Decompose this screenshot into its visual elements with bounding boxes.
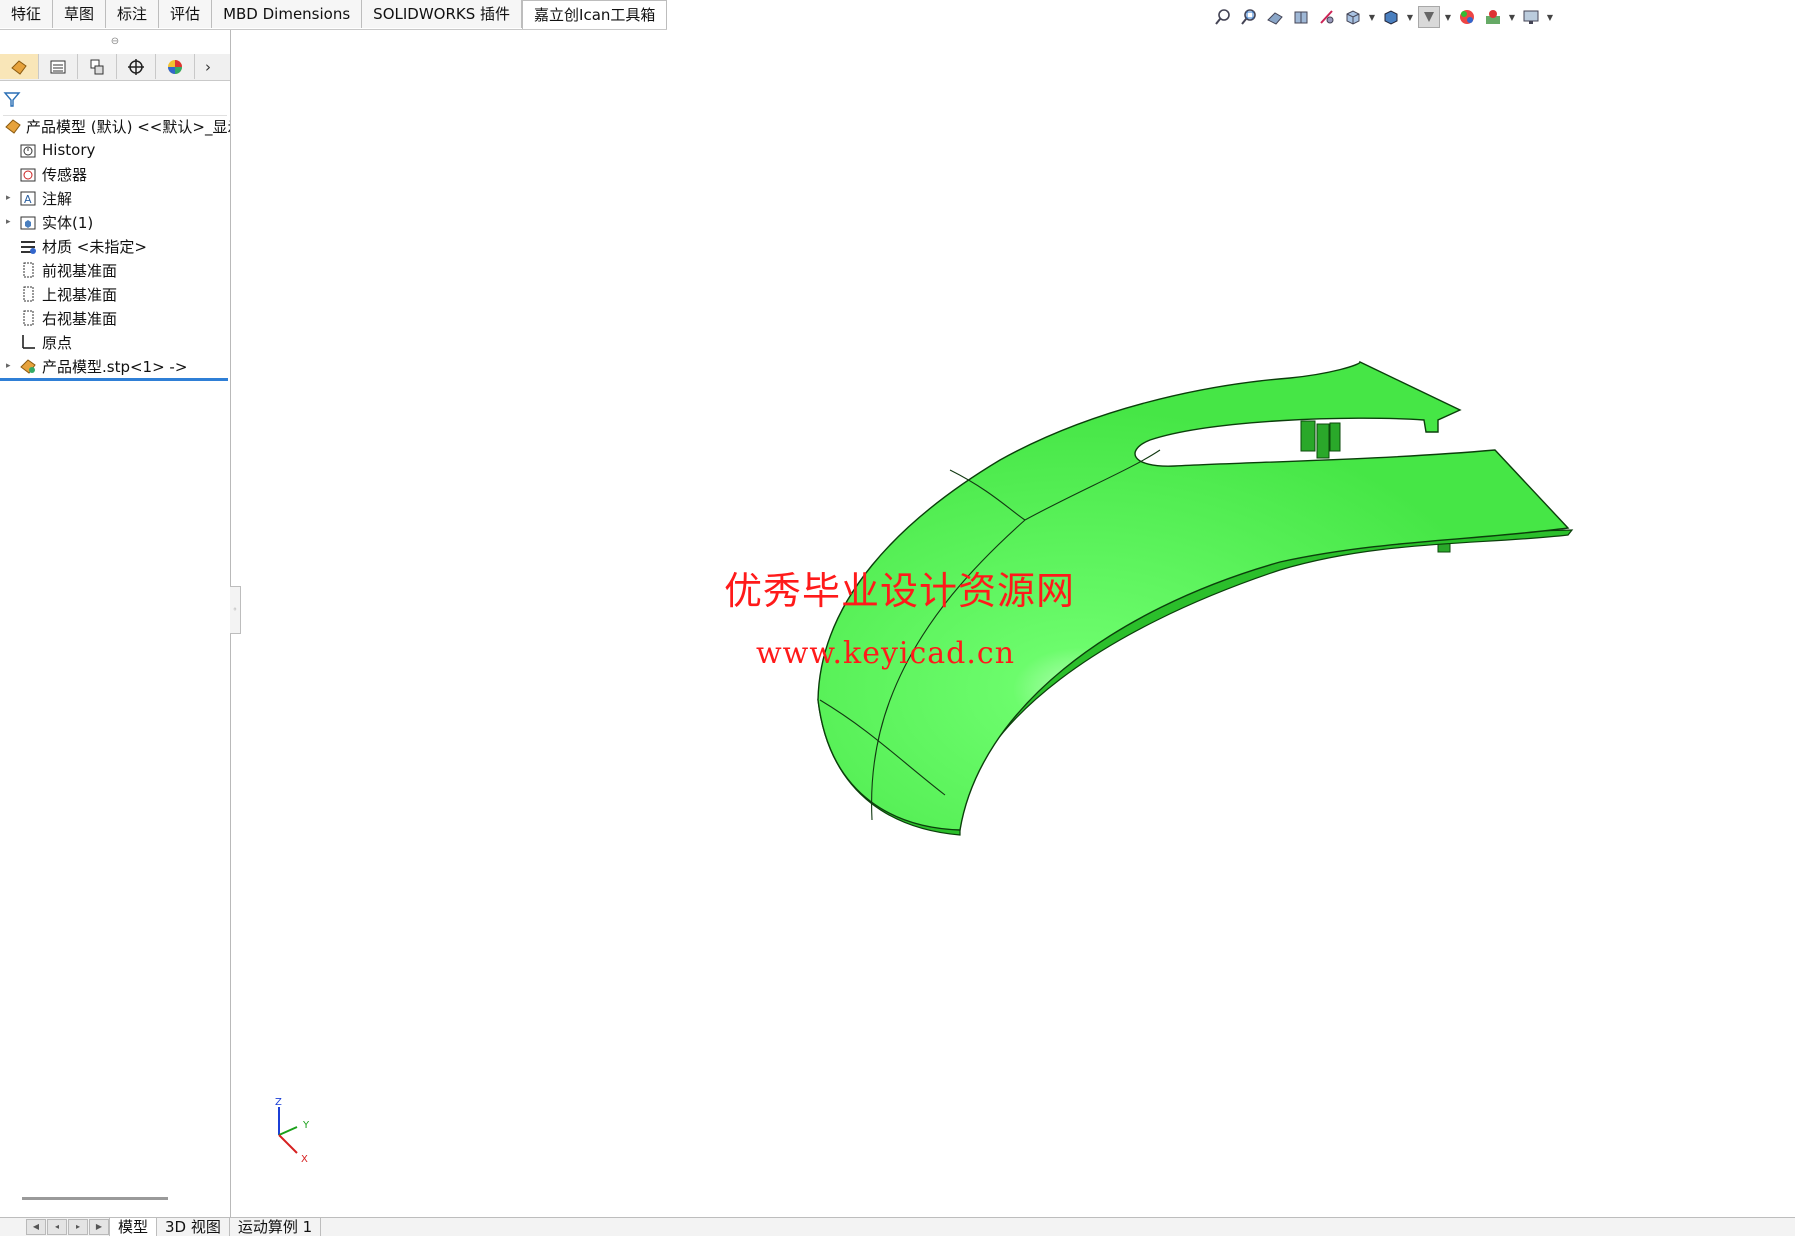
feature-manager-pane: ⊖ › 产品模型 (默认) <<默认>_显示 History 传感器 ▸ A 注… [0, 30, 231, 1218]
feature-manager-icon [11, 59, 27, 75]
horizontal-scrollbar[interactable] [22, 1197, 168, 1200]
tab-evaluate[interactable]: 评估 [159, 0, 213, 28]
previous-view-icon[interactable] [1264, 6, 1286, 28]
tree-item-right-plane[interactable]: 右视基准面 [0, 306, 230, 330]
y-axis-line [278, 1126, 298, 1136]
tab-motion-study[interactable]: 运动算例 1 [229, 1218, 322, 1236]
tree-item-material[interactable]: 材质 <未指定> [0, 234, 230, 258]
tab-3d-views[interactable]: 3D 视图 [157, 1218, 230, 1236]
display-manager-tab[interactable] [156, 54, 195, 79]
expand-arrow-icon: ▸ [6, 361, 11, 371]
part-icon [4, 116, 22, 136]
tree-item-sensors[interactable]: 传感器 [0, 162, 230, 186]
tree-item-label: History [42, 141, 96, 159]
tree-item-label: 产品模型.stp<1> -> [42, 357, 188, 376]
feature-manager-tab[interactable] [0, 54, 39, 79]
tree-item-top-plane[interactable]: 上视基准面 [0, 282, 230, 306]
tab-mbd-dimensions[interactable]: MBD Dimensions [212, 0, 363, 28]
svg-text:A: A [24, 193, 32, 206]
apply-scene-icon[interactable] [1482, 6, 1504, 28]
solid-bodies-icon [18, 212, 38, 232]
command-manager-tabs: 特征 草图 标注 评估 MBD Dimensions SOLIDWORKS 插件… [0, 0, 668, 30]
triad-x-label: X [301, 1154, 308, 1165]
prev-tab-arrow-icon[interactable]: ◂ [47, 1219, 67, 1235]
tab-scroll-arrows: ◀ ◂ ▸ ▶ [26, 1219, 109, 1235]
pane-grip[interactable]: ⊖ [0, 30, 230, 54]
orientation-triad[interactable]: Z Y X [265, 1095, 325, 1169]
tree-item-label: 注解 [42, 189, 73, 208]
more-tabs-button[interactable]: › [195, 54, 221, 79]
tab-features[interactable]: 特征 [0, 0, 54, 28]
dynamic-annotation-icon[interactable] [1316, 6, 1338, 28]
tree-item-label: 材质 <未指定> [42, 237, 147, 256]
last-tab-arrow-icon[interactable]: ▶ [89, 1219, 109, 1235]
tree-item-imported-feature[interactable]: ▸ 产品模型.stp<1> -> [0, 354, 228, 381]
plane-icon [18, 284, 38, 304]
triad-y-label: Y [302, 1120, 310, 1131]
property-manager-tab[interactable] [39, 54, 78, 79]
next-tab-arrow-icon[interactable]: ▸ [68, 1219, 88, 1235]
sensors-icon [18, 164, 38, 184]
tree-item-annotations[interactable]: ▸ A 注解 [0, 186, 230, 210]
display-style-icon[interactable] [1380, 6, 1402, 28]
zoom-to-fit-icon[interactable] [1212, 6, 1234, 28]
watermark-title: 优秀毕业设计资源网 [724, 569, 1076, 613]
configuration-manager-icon [90, 59, 104, 74]
chevron-down-icon[interactable]: ▼ [1368, 13, 1376, 22]
tab-model[interactable]: 模型 [109, 1218, 158, 1236]
tab-solidworks-addins[interactable]: SOLIDWORKS 插件 [362, 0, 523, 28]
edit-appearance-icon[interactable] [1456, 6, 1478, 28]
tree-item-label: 上视基准面 [42, 285, 118, 304]
tree-item-solid-bodies[interactable]: ▸ 实体(1) [0, 210, 230, 234]
tab-sketch[interactable]: 草图 [53, 0, 107, 28]
model-render [817, 360, 1574, 836]
first-tab-arrow-icon[interactable]: ◀ [26, 1219, 46, 1235]
filter-icon [3, 92, 21, 107]
expand-arrow-icon: ▸ [6, 217, 11, 227]
triad-z-label: Z [275, 1097, 282, 1108]
heads-up-view-toolbar: ▼ ▼ ▼ ▼ ▼ [1212, 6, 1554, 28]
material-icon [18, 236, 38, 256]
plane-icon [18, 308, 38, 328]
bottom-tab-bar: ◀ ◂ ▸ ▶ 模型 3D 视图 运动算例 1 [0, 1217, 1795, 1236]
tree-item-label: 前视基准面 [42, 261, 118, 280]
chevron-down-icon[interactable]: ▼ [1546, 13, 1554, 22]
watermark-url: www.keyicad.cn [756, 636, 1016, 671]
view-settings-icon[interactable] [1520, 6, 1542, 28]
chevron-down-icon[interactable]: ▼ [1406, 13, 1414, 22]
tree-item-label: 原点 [42, 333, 73, 352]
hide-show-items-icon[interactable] [1418, 6, 1440, 28]
x-axis-line [278, 1134, 298, 1154]
tab-markup[interactable]: 标注 [106, 0, 160, 28]
dimxpert-manager-tab[interactable] [117, 54, 156, 79]
display-manager-icon [168, 59, 182, 74]
tree-item-label: 右视基准面 [42, 309, 118, 328]
tree-item-history[interactable]: History [0, 138, 230, 162]
section-view-icon[interactable] [1290, 6, 1312, 28]
crosshair-icon [128, 58, 144, 75]
tree-item-front-plane[interactable]: 前视基准面 [0, 258, 230, 282]
configuration-manager-tab[interactable] [78, 54, 117, 79]
tree-item-label: 传感器 [42, 165, 88, 184]
tree-root-label: 产品模型 (默认) <<默认>_显示 [26, 117, 230, 136]
origin-icon [18, 332, 38, 352]
annotations-icon: A [18, 188, 38, 208]
chevron-down-icon[interactable]: ▼ [1508, 13, 1516, 22]
plane-icon [18, 260, 38, 280]
view-orientation-icon[interactable] [1342, 6, 1364, 28]
expand-arrow-icon: ▸ [6, 193, 11, 203]
filter-row[interactable] [3, 83, 227, 116]
chevron-down-icon[interactable]: ▼ [1444, 13, 1452, 22]
tab-jlc-toolbox[interactable]: 嘉立创Ican工具箱 [522, 0, 668, 29]
property-manager-icon [50, 60, 66, 73]
graphics-area[interactable]: 优秀毕业设计资源网 www.keyicad.cn [231, 30, 1795, 1218]
manager-tabs: › [0, 54, 230, 81]
history-icon [18, 140, 38, 160]
imported-feature-icon [18, 356, 38, 376]
feature-tree: 产品模型 (默认) <<默认>_显示 History 传感器 ▸ A 注解 ▸ … [0, 114, 230, 381]
tree-root-part[interactable]: 产品模型 (默认) <<默认>_显示 [0, 114, 230, 138]
tree-item-origin[interactable]: 原点 [0, 330, 230, 354]
zoom-area-icon[interactable] [1238, 6, 1260, 28]
tree-item-label: 实体(1) [42, 213, 94, 232]
